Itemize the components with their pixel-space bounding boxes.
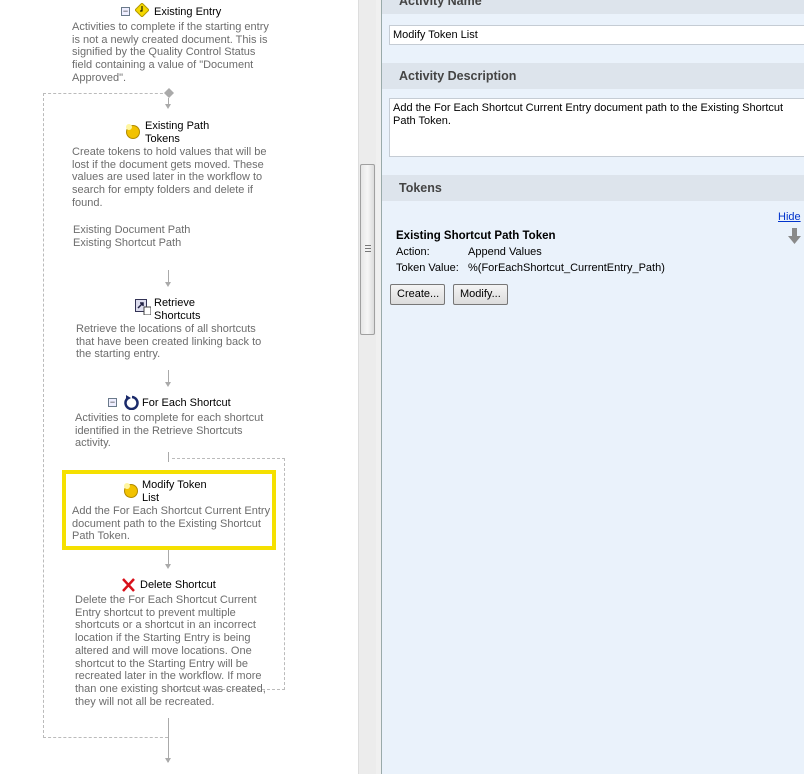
activity-description: Retrieve the locations of all shortcuts … [76, 323, 262, 361]
branch-diamond-icon [164, 88, 174, 98]
activity-title[interactable]: Existing Entry [154, 6, 221, 19]
properties-pane: Activity Name Modify Token List Activity… [382, 0, 804, 774]
section-header-tokens: Tokens [382, 175, 804, 201]
activity-description-textarea[interactable]: Add the For Each Shortcut Current Entry … [389, 98, 804, 157]
token-action-label: Action: [396, 246, 430, 258]
vertical-scrollbar[interactable] [358, 0, 376, 774]
token-name: Existing Shortcut Path Token [396, 230, 556, 242]
collapse-toggle[interactable]: − [121, 7, 130, 16]
arrow-icon [165, 758, 171, 763]
delete-icon [122, 578, 135, 592]
activity-title[interactable]: Modify Token List [142, 479, 207, 504]
collapse-toggle[interactable]: − [108, 398, 117, 407]
token-value: %(ForEachShortcut_CurrentEntry_Path) [468, 262, 665, 274]
arrow-icon [165, 104, 171, 109]
modify-button[interactable]: Modify... [453, 284, 508, 305]
loop-icon [124, 395, 139, 410]
activity-description: Add the For Each Shortcut Current Entry … [72, 505, 271, 543]
token-value-label: Token Value: [396, 262, 459, 274]
activity-title[interactable]: Retrieve Shortcuts [154, 297, 200, 322]
workflow-designer: − Existing Entry Activities to complete … [0, 0, 358, 774]
arrow-icon [165, 382, 171, 387]
activity-title[interactable]: Existing Path Tokens [145, 120, 209, 145]
token-icon [124, 483, 138, 498]
retrieve-shortcuts-icon [135, 299, 151, 315]
grip-icon [365, 245, 371, 252]
section-header-activity-name: Activity Name [382, 0, 804, 14]
hide-link[interactable]: Hide [778, 211, 801, 223]
scrollbar-thumb[interactable] [360, 164, 375, 335]
token-icon [126, 124, 140, 139]
create-button[interactable]: Create... [390, 284, 445, 305]
section-header-activity-description: Activity Description [382, 63, 804, 89]
activity-description: Delete the For Each Shortcut Current Ent… [75, 594, 266, 708]
activity-description: Activities to complete for each shortcut… [75, 412, 264, 450]
activity-description: Create tokens to hold values that will b… [72, 146, 267, 209]
condition-icon [135, 3, 149, 17]
activity-title[interactable]: For Each Shortcut [142, 397, 231, 410]
move-down-icon[interactable] [788, 228, 801, 244]
arrow-icon [165, 282, 171, 287]
token-list: Existing Document Path Existing Shortcut… [73, 224, 191, 249]
activity-description: Activities to complete if the starting e… [72, 21, 269, 84]
activity-name-input[interactable]: Modify Token List [389, 25, 804, 45]
activity-title[interactable]: Delete Shortcut [140, 579, 216, 592]
arrow-icon [165, 564, 171, 569]
token-action-value: Append Values [468, 246, 542, 258]
